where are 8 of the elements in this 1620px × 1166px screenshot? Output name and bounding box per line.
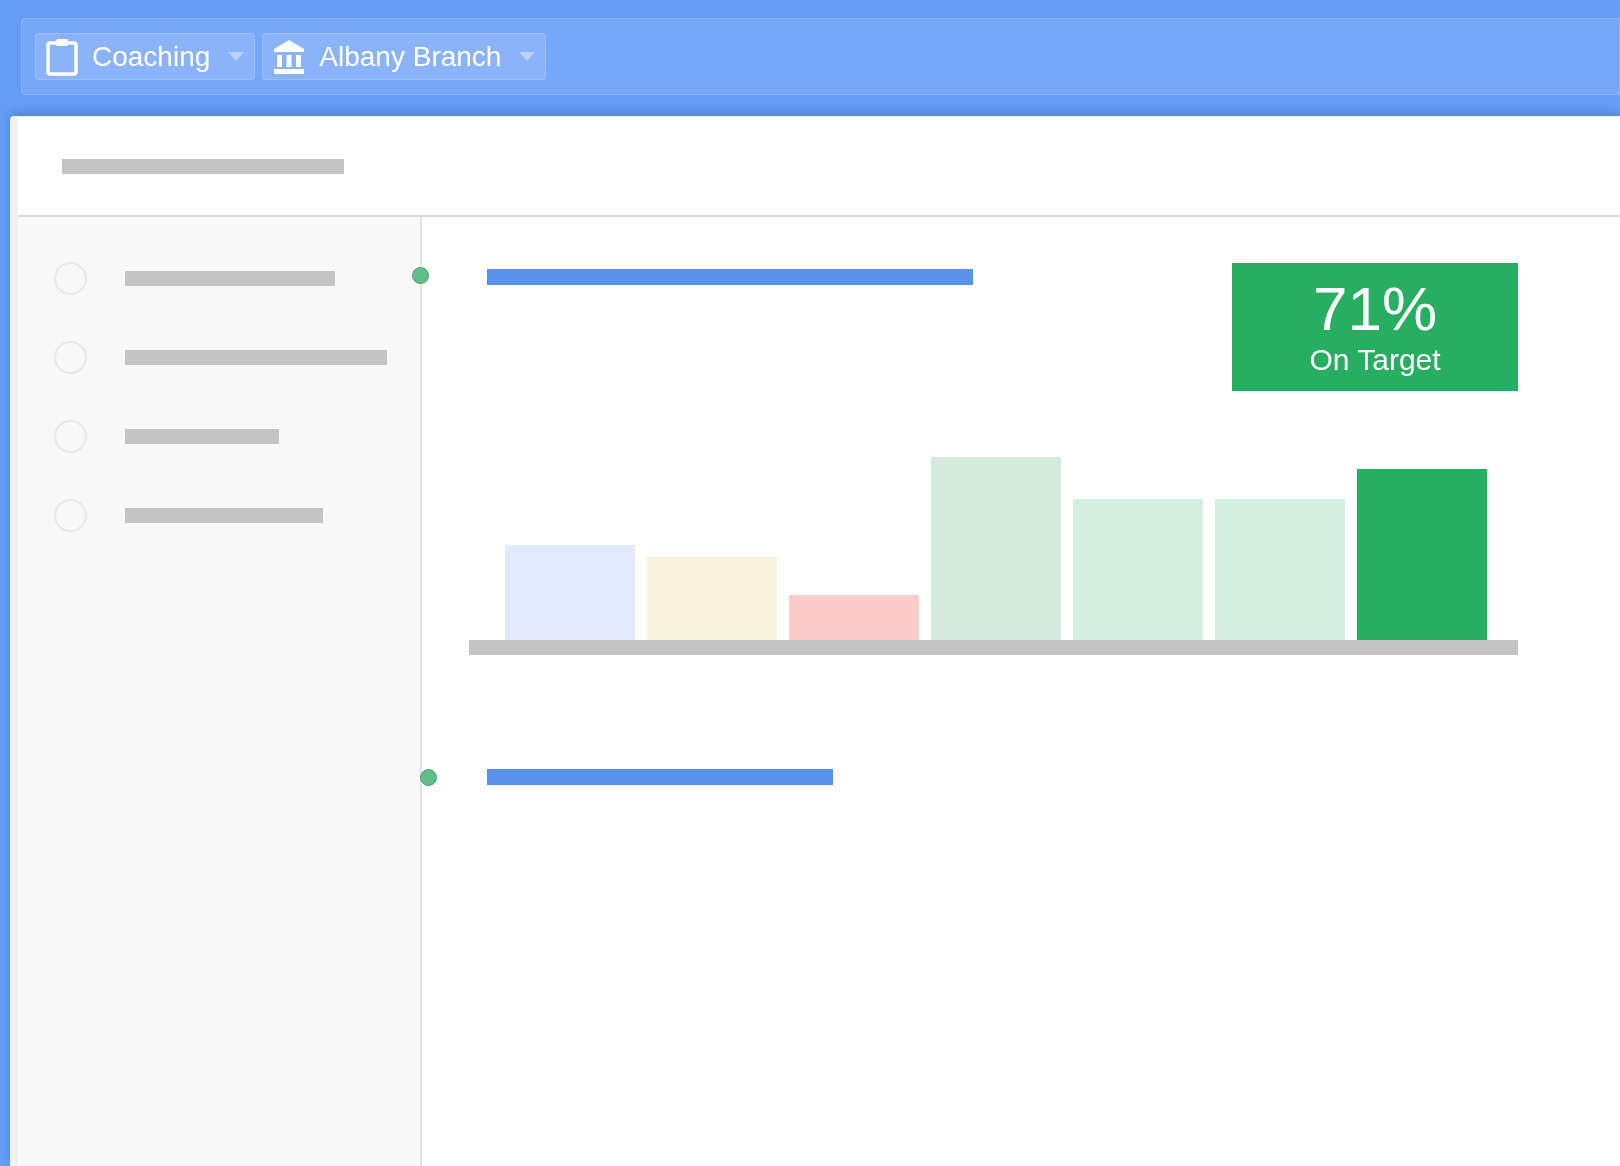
bank-icon <box>273 39 306 74</box>
kpi-value: 71% <box>1312 276 1438 342</box>
kpi-label: On Target <box>1309 342 1441 378</box>
caret-icon <box>519 52 536 61</box>
dropdown-button[interactable]: Coaching <box>35 33 256 80</box>
dropdown-button[interactable]: Albany Branch <box>262 33 547 80</box>
clipboard-icon <box>46 37 78 76</box>
caret-icon <box>228 52 245 61</box>
